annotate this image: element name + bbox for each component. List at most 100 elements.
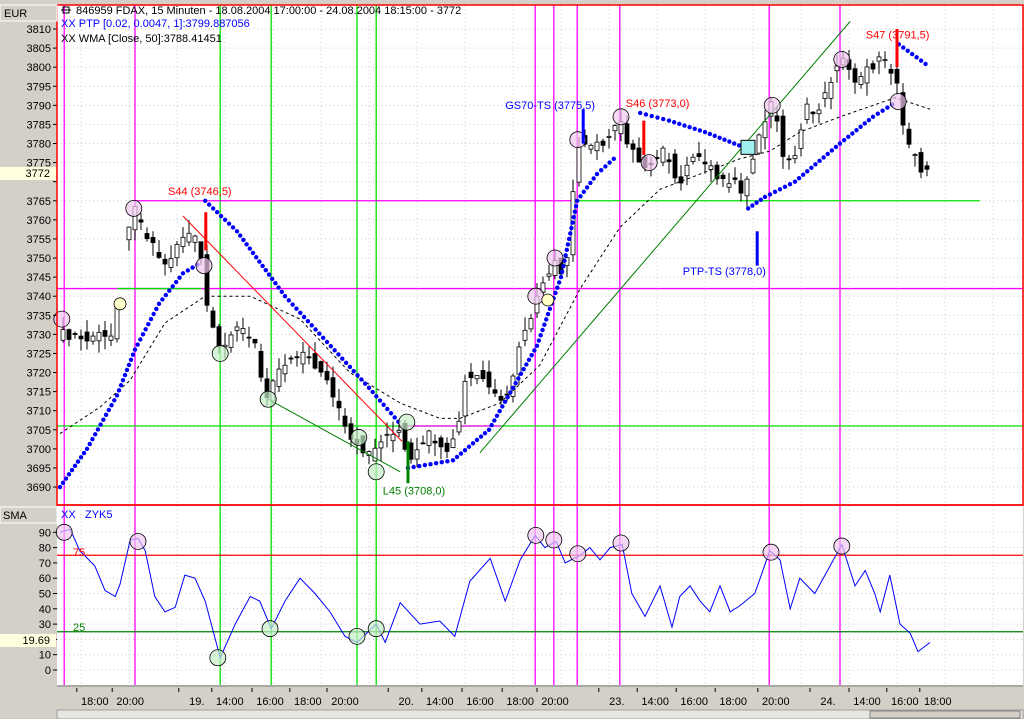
candle-body: [660, 147, 666, 163]
neutral-marker: [113, 297, 127, 311]
trough-marker: [211, 345, 229, 362]
ptp-dot: [135, 342, 140, 347]
ptp-dot: [521, 366, 526, 372]
osc-tick-label: 60: [39, 573, 51, 585]
candle-body: [702, 161, 708, 165]
ptp-dot: [332, 348, 337, 353]
ptp-dot: [692, 126, 697, 131]
ptp-dot: [81, 450, 87, 456]
osc-peak-marker: [569, 545, 587, 563]
ptp-dot: [377, 398, 383, 403]
ptp-dot: [722, 137, 727, 142]
price-unit-label: EUR: [4, 8, 27, 20]
candle-body: [720, 174, 726, 180]
time-tick-label: 20:00: [762, 696, 790, 708]
ptp-dot: [534, 343, 540, 349]
price-tick-label: 3810: [27, 24, 51, 36]
ptp-dot: [156, 301, 162, 307]
ptp-dot: [392, 415, 397, 420]
ptp-dot: [362, 381, 368, 386]
candle-body: [672, 153, 678, 179]
ptp-dot: [482, 430, 488, 436]
ptp-dot: [101, 417, 106, 422]
candle-body: [210, 310, 216, 328]
ptp-dot: [561, 263, 566, 269]
ptp-dot: [575, 198, 580, 203]
candle-body: [228, 334, 234, 348]
candle-body: [756, 134, 762, 154]
ptp-dot: [359, 377, 364, 382]
ptp-dot: [809, 165, 814, 170]
ptp-dot: [510, 385, 516, 390]
ptp-dot: [607, 160, 612, 165]
price-tick-label: 3755: [27, 234, 51, 246]
candle-body: [144, 233, 150, 240]
ptp-dot: [833, 144, 839, 150]
candle-body: [384, 433, 390, 436]
ptp-dot: [497, 408, 502, 414]
candle-body: [432, 440, 438, 444]
candle-body: [96, 331, 102, 342]
candle-body: [588, 144, 594, 150]
candle-body: [60, 329, 66, 341]
ptp-dot: [250, 250, 256, 256]
candle-body: [774, 115, 780, 122]
osc-panel-label: SMA: [3, 510, 28, 522]
ptp-dot: [581, 189, 586, 195]
ptp-dot: [555, 285, 560, 290]
ptp-dot: [276, 285, 281, 290]
osc-legend-name[interactable]: ZYK5: [85, 509, 113, 521]
ptp-dot: [226, 221, 232, 226]
candle-body: [498, 395, 504, 401]
wma-legend[interactable]: XX WMA [Close, 50]:3788.41451: [61, 33, 222, 45]
ptp-dot: [266, 272, 272, 277]
trough-marker: [259, 390, 277, 408]
ptp-dot: [385, 406, 390, 412]
peak-marker: [833, 51, 851, 68]
ptp-dot: [180, 271, 186, 276]
candle-body: [108, 335, 114, 341]
ptp-dot: [643, 112, 649, 117]
ptp-dot: [309, 323, 314, 328]
peak-marker: [195, 257, 213, 275]
time-tick-label: 18:00: [719, 696, 747, 708]
candle-body: [414, 449, 420, 460]
peak-marker: [640, 154, 658, 171]
candle-body: [822, 92, 828, 99]
osc-legend-xx[interactable]: XX: [61, 509, 76, 521]
ptp-dot: [72, 463, 78, 469]
ptp-dot: [777, 187, 783, 192]
ptp-legend[interactable]: XX PTP [0.02, 0.0047, 1]:3799.887056: [61, 18, 250, 30]
candle-body: [882, 59, 888, 62]
ptp-dot: [800, 172, 806, 177]
candle-body: [636, 147, 642, 163]
ptp-dot: [301, 314, 307, 320]
candle-body: [492, 389, 498, 394]
candle-body: [294, 356, 300, 359]
ptp-dot: [355, 373, 360, 378]
ptp-dot: [875, 111, 880, 116]
ptp-dot: [767, 192, 773, 197]
ptp-dot: [450, 458, 456, 463]
chart-title: 846959 FDAX, 15 Minuten - 18.08.2004 17:…: [76, 5, 461, 17]
ptp-dot: [547, 306, 553, 312]
ptp-dot: [170, 284, 175, 289]
ptp-dot: [805, 169, 810, 174]
ptp-dot: [866, 117, 872, 123]
ptp-dot: [796, 176, 802, 181]
time-tick-label: 18:00: [924, 696, 952, 708]
scrollbar-thumb[interactable]: [869, 710, 1021, 719]
osc-tick-label: 40: [39, 604, 51, 616]
ptp-dot: [492, 418, 497, 423]
ptp-dot: [545, 311, 551, 317]
ptp-dot: [782, 184, 788, 189]
ptp-dot: [154, 306, 159, 312]
ptp-dot: [677, 121, 682, 127]
ptp-dot: [445, 459, 450, 464]
ptp-dot: [317, 331, 322, 336]
ptp-dot: [218, 213, 224, 219]
ptp-dot: [313, 327, 318, 332]
signal-annotation: GS70-TS (3775,5): [505, 100, 595, 112]
candle-body: [288, 357, 294, 360]
ptp-dot: [238, 233, 243, 238]
